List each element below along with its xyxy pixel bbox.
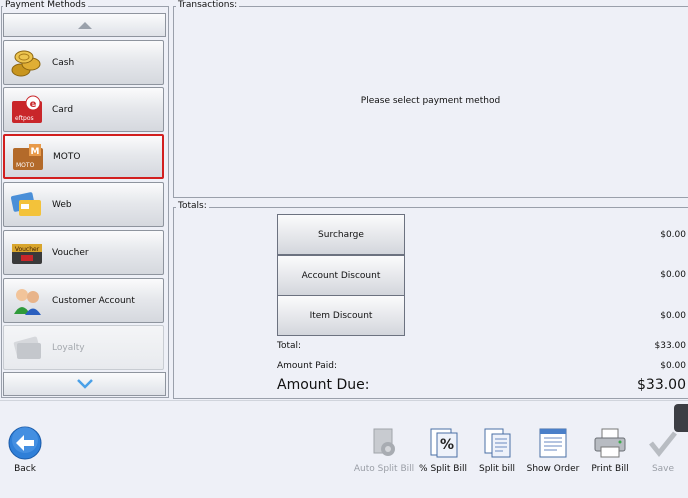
auto-split-bill-icon (366, 426, 402, 460)
web-payment-icon (10, 190, 44, 220)
amount-paid-label: Amount Paid: (277, 361, 338, 371)
loyalty-card-icon (10, 333, 44, 363)
eftpos-card-icon: e eftpos (10, 95, 44, 125)
svg-text:MOTO: MOTO (16, 162, 35, 169)
payment-methods-title: Payment Methods (3, 0, 88, 10)
side-handle-tab[interactable] (674, 404, 688, 432)
split-bill-icon (479, 426, 515, 460)
customer-account-icon (10, 286, 44, 316)
surcharge-button[interactable]: Surcharge (277, 214, 405, 255)
payment-method-label: Customer Account (52, 295, 135, 306)
show-order-icon (535, 426, 571, 460)
back-arrow-icon (7, 426, 43, 460)
totals-panel (173, 207, 688, 399)
payment-method-loyalty-button[interactable]: Loyalty (3, 325, 164, 370)
amount-due-label: Amount Due: (277, 377, 370, 393)
svg-text:e: e (30, 99, 37, 110)
percent-split-bill-button[interactable]: % % Split Bill (413, 426, 473, 474)
total-label: Total: (277, 341, 302, 351)
payment-method-label: Loyalty (52, 342, 85, 353)
payment-method-voucher-button[interactable]: Voucher Voucher (3, 230, 164, 275)
percent-split-bill-label: % Split Bill (419, 464, 467, 474)
moto-icon: M MOTO (11, 142, 45, 172)
total-value: $33.00 (654, 341, 687, 351)
bottom-separator (0, 400, 688, 401)
save-button[interactable]: Save (633, 426, 688, 474)
payment-method-label: Card (52, 104, 74, 115)
payment-method-label: Voucher (52, 247, 89, 258)
chevron-up-icon (77, 22, 92, 29)
amount-due-value: $33.00 (637, 377, 686, 393)
save-label: Save (651, 464, 675, 474)
svg-text:M: M (31, 147, 40, 157)
transactions-title: Transactions: (176, 0, 240, 10)
scroll-down-button[interactable] (3, 372, 166, 396)
amount-paid-value: $0.00 (660, 361, 686, 371)
payment-method-card-button[interactable]: e eftpos Card (3, 87, 164, 132)
item-discount-value: $0.00 (660, 311, 686, 321)
transactions-message: Please select payment method (360, 96, 501, 106)
account-discount-button[interactable]: Account Discount (277, 255, 405, 296)
svg-text:Voucher: Voucher (15, 246, 40, 253)
voucher-icon: Voucher (10, 238, 44, 268)
percent-split-bill-icon: % (425, 426, 461, 460)
totals-title: Totals: (176, 201, 209, 211)
payment-method-customer-account-button[interactable]: Customer Account (3, 278, 164, 323)
scroll-up-button[interactable] (3, 13, 166, 37)
svg-text:%: % (440, 437, 454, 453)
payment-method-label: Web (52, 199, 72, 210)
print-bill-label: Print Bill (591, 464, 629, 474)
back-button[interactable]: Back (0, 426, 55, 474)
show-order-label: Show Order (526, 464, 580, 474)
payment-method-cash-button[interactable]: Cash (3, 40, 164, 85)
auto-split-bill-label: Auto Split Bill (353, 464, 415, 474)
payment-method-web-button[interactable]: Web (3, 182, 164, 227)
item-discount-button[interactable]: Item Discount (277, 295, 405, 336)
auto-split-bill-button[interactable]: Auto Split Bill (354, 426, 414, 474)
chevron-down-icon (76, 379, 93, 389)
show-order-button[interactable]: Show Order (523, 426, 583, 474)
payment-method-label: MOTO (53, 151, 81, 162)
back-label: Back (14, 464, 36, 474)
svg-text:eftpos: eftpos (15, 115, 34, 122)
printer-icon (592, 426, 628, 460)
payment-method-label: Cash (52, 57, 75, 68)
split-bill-button[interactable]: Split bill (467, 426, 527, 474)
print-bill-button[interactable]: Print Bill (580, 426, 640, 474)
payment-method-moto-button[interactable]: M MOTO MOTO (3, 134, 164, 179)
surcharge-value: $0.00 (660, 230, 686, 240)
split-bill-label: Split bill (478, 464, 516, 474)
account-discount-value: $0.00 (660, 270, 686, 280)
cash-coins-icon (10, 48, 44, 78)
